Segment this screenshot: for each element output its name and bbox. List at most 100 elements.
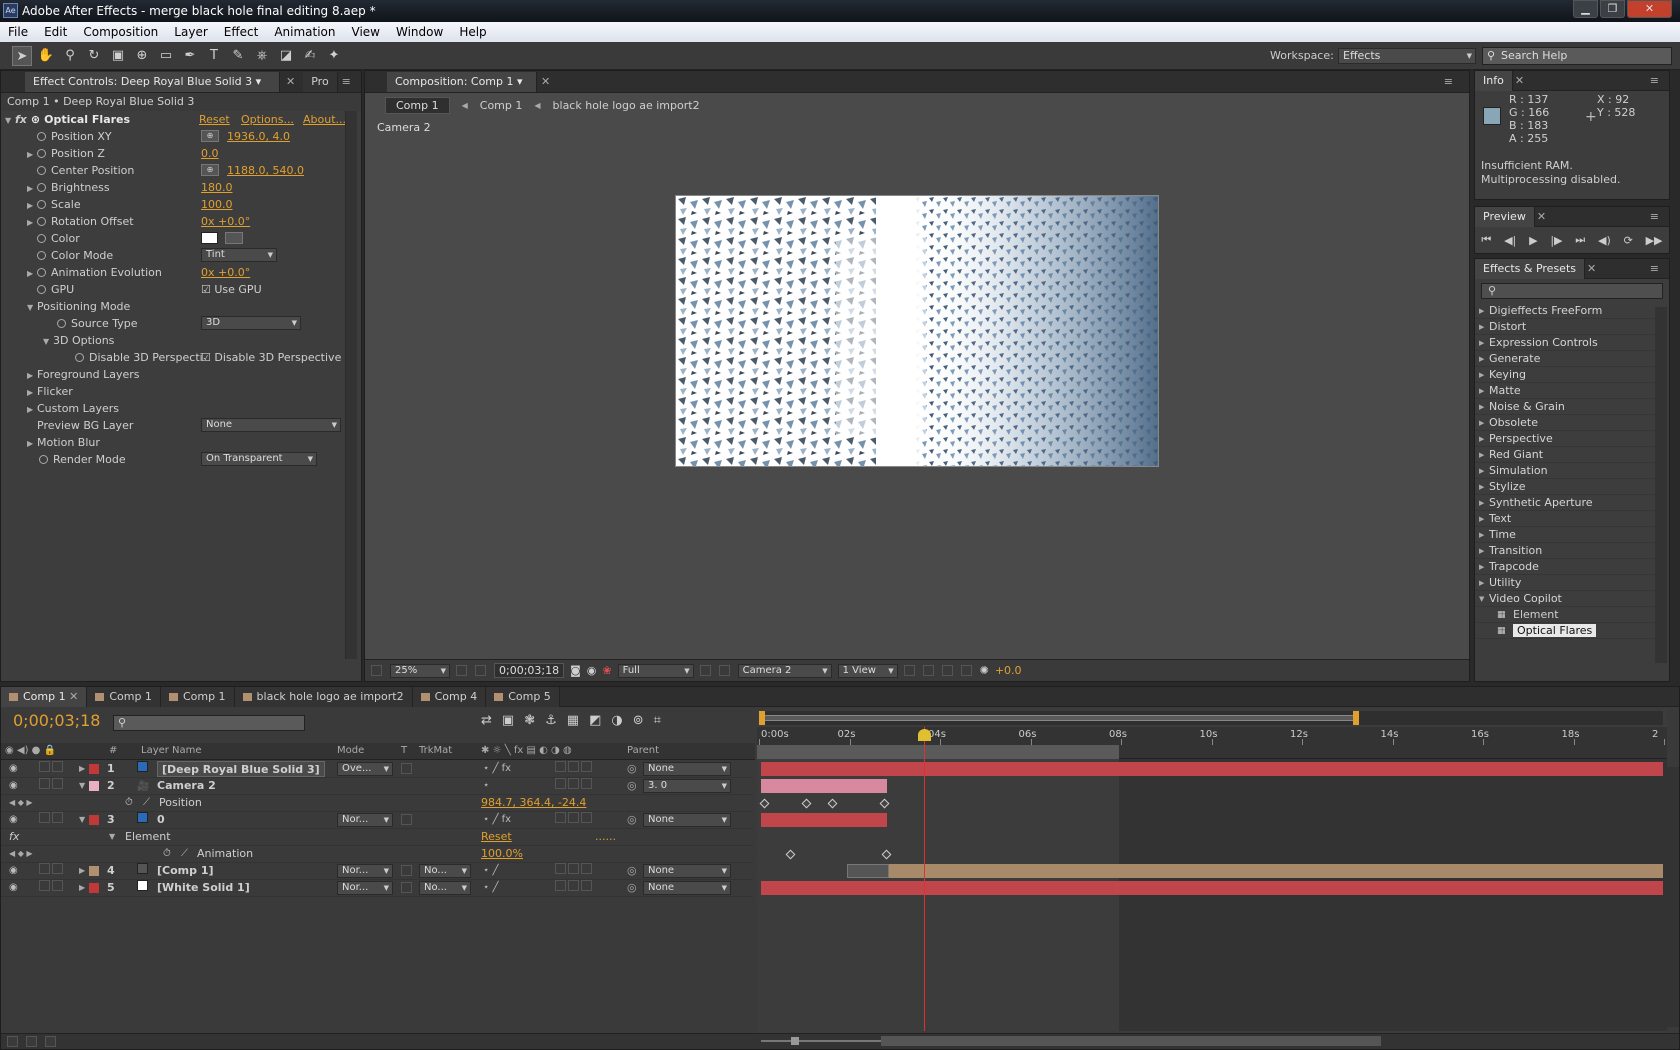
type-tool-icon[interactable]: T — [204, 46, 224, 66]
work-area-bar[interactable] — [757, 745, 1119, 759]
expand-icon[interactable]: ▶ — [79, 761, 85, 777]
draft-3d-icon[interactable]: ❃ — [524, 713, 535, 728]
expand-icon[interactable]: ▼ — [109, 829, 115, 845]
next-frame-icon[interactable]: |▶ — [1550, 234, 1562, 247]
crumb-black-hole[interactable]: black hole logo ae import2 — [553, 99, 700, 112]
parent-select[interactable]: None — [643, 881, 731, 895]
menu-composition[interactable]: Composition — [75, 22, 166, 42]
stopwatch-icon[interactable] — [75, 353, 84, 362]
expand-icon[interactable]: ▶ — [27, 197, 37, 214]
resolution-select[interactable]: Full — [617, 663, 694, 678]
switch-box[interactable] — [568, 812, 579, 823]
hide-shy-icon[interactable]: ⚓ — [545, 713, 557, 728]
comp-timecode[interactable]: 0;00;03;18 — [494, 663, 565, 678]
rect-tool-icon[interactable]: ▭ — [156, 46, 176, 66]
effects-category-item[interactable]: Utility — [1475, 575, 1655, 591]
tab-info[interactable]: Info — [1475, 70, 1513, 91]
frame-blending-icon[interactable]: ▦ — [567, 713, 579, 728]
source-type-select[interactable]: 3D — [201, 316, 301, 330]
visibility-eye-icon[interactable]: ◉ — [9, 863, 18, 879]
menu-effect[interactable]: Effect — [216, 22, 267, 42]
layer-mode-select[interactable]: Nor... — [337, 813, 393, 827]
effects-category-item[interactable]: Distort — [1475, 319, 1655, 335]
effect-prop-value[interactable]: 0x +0.0° — [201, 264, 250, 281]
stopwatch-icon[interactable]: ⏱ — [163, 846, 171, 862]
select-tool-icon[interactable]: ➤ — [12, 45, 32, 66]
effects-category-item[interactable]: Stylize — [1475, 479, 1655, 495]
layer-mode-select[interactable]: Ove... — [337, 762, 393, 776]
layer-switches[interactable]: ⋆ ╱ — [483, 880, 498, 896]
ram-preview-icon[interactable]: ▶▶ — [1646, 234, 1663, 247]
stopwatch-icon[interactable] — [37, 268, 46, 277]
effects-category-item[interactable]: Red Giant — [1475, 447, 1655, 463]
switch-box[interactable] — [568, 778, 579, 789]
always-preview-icon[interactable] — [371, 665, 382, 676]
preserve-transparency-switch[interactable] — [401, 882, 412, 893]
panel-menu-icon[interactable]: ≡ — [342, 75, 351, 88]
expand-icon[interactable]: ▶ — [79, 863, 85, 879]
camera-select[interactable]: Camera 2 — [737, 663, 832, 678]
pickwhip-icon[interactable]: ◎ — [627, 863, 637, 879]
fx-icon[interactable]: fx — [9, 829, 19, 845]
menu-view[interactable]: View — [344, 22, 388, 42]
keyframe-diamond[interactable] — [801, 798, 812, 809]
layer-mode-select[interactable]: Nor... — [337, 864, 393, 878]
crosshair-icon[interactable]: ⊕ — [201, 164, 219, 176]
stopwatch-icon[interactable]: ⏱ — [125, 795, 133, 811]
expand-switches-icon[interactable] — [7, 1036, 18, 1047]
brainstorm-icon[interactable]: ◑ — [611, 713, 622, 728]
camera-tool-icon[interactable]: ▣ — [108, 46, 128, 66]
switch-box[interactable] — [581, 863, 592, 874]
loop-icon[interactable]: ⟳ — [1624, 234, 1633, 247]
parent-select[interactable]: 3. 0 — [643, 779, 731, 793]
effects-search-input[interactable]: ⚲ — [1481, 283, 1663, 299]
stopwatch-icon[interactable] — [37, 149, 46, 158]
panel-menu-icon[interactable]: ≡ — [1650, 74, 1659, 87]
expand-modes-icon[interactable] — [26, 1036, 37, 1047]
effect-preset-item[interactable]: ▦ Optical Flares — [1475, 623, 1655, 639]
solo-switch[interactable] — [39, 880, 50, 891]
pen-tool-icon[interactable]: ✒ — [180, 46, 200, 66]
close-tab-icon[interactable]: ✕ — [1537, 210, 1546, 223]
tab-preview[interactable]: Preview — [1475, 206, 1535, 227]
menu-layer[interactable]: Layer — [166, 22, 215, 42]
flowchart-icon[interactable] — [960, 665, 972, 676]
expand-icon[interactable]: ▶ — [27, 180, 37, 197]
layer-row[interactable]: ◉ ▼ 2 🎥 Camera 2 ⋆ ◎ 3. 0 — [1, 778, 753, 795]
last-frame-icon[interactable]: ⏭ — [1575, 233, 1585, 247]
prev-frame-icon[interactable]: ◀| — [1504, 234, 1516, 247]
stopwatch-icon[interactable] — [37, 285, 46, 294]
solo-switch[interactable] — [39, 761, 50, 772]
layer-mode-select[interactable]: Nor... — [337, 881, 393, 895]
time-navigator[interactable] — [759, 711, 1663, 725]
color-mode-select[interactable]: Tint — [201, 248, 277, 262]
close-tab-icon[interactable]: ✕ — [1587, 262, 1596, 275]
mode-header[interactable]: Mode — [337, 745, 364, 756]
parent-header[interactable]: Parent — [627, 745, 659, 756]
switch-box[interactable] — [581, 778, 592, 789]
effect-prop-value[interactable]: 0.0 — [201, 145, 219, 162]
effect-prop-value[interactable]: 180.0 — [201, 179, 233, 196]
effect-group-custom-layers[interactable]: ▶ Custom Layers — [5, 400, 361, 417]
visibility-eye-icon[interactable]: ◉ — [9, 880, 18, 896]
fx-icon[interactable]: fx — [15, 113, 27, 126]
layer-row[interactable]: ◉ ▶ 5 [White Solid 1] Nor... No... ⋆ ╱ ◎ None — [1, 880, 753, 897]
property-row[interactable]: ◀ ◆ ▶ ⏱ ⟋ Animation 100.0% — [1, 846, 753, 863]
menu-help[interactable]: Help — [451, 22, 494, 42]
effects-category-item[interactable]: Obsolete — [1475, 415, 1655, 431]
use-gpu-checkbox[interactable]: ☑ Use GPU — [201, 281, 262, 298]
label-color-chip[interactable] — [89, 866, 99, 876]
timeline-hscroll[interactable] — [881, 1036, 1381, 1046]
exposure-icon[interactable]: ✺ — [980, 664, 989, 677]
layer-duration-bar[interactable] — [761, 881, 1663, 895]
effect-group-foreground-layers[interactable]: ▶ Foreground Layers — [5, 366, 361, 383]
layer-switches[interactable]: ⋆ ╱ — [483, 863, 498, 879]
render-mode-select[interactable]: On Transparent — [201, 452, 317, 466]
keyframe-diamond[interactable] — [785, 849, 796, 860]
switch-box[interactable] — [555, 880, 566, 891]
layer-name-header[interactable]: Layer Name — [141, 745, 202, 756]
lock-switch[interactable] — [52, 863, 63, 874]
layer-switches[interactable]: ⋆ ╱ fx — [483, 812, 511, 828]
exposure-value[interactable]: +0.0 — [995, 664, 1022, 677]
layer-duration-bar[interactable] — [761, 762, 1663, 776]
